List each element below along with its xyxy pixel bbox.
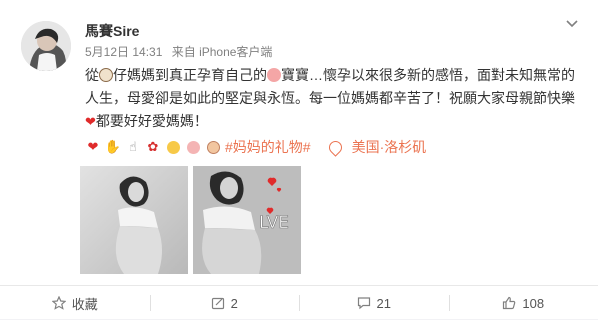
weibo-post-card: 馬賽Sire 5月12日 14:31 来自 iPhone客户端 從仔媽媽到真正孕…: [0, 0, 598, 319]
repost-icon: [211, 296, 225, 310]
pray-icon: ✋: [105, 139, 121, 155]
repost-button[interactable]: 2: [150, 286, 300, 320]
emoji-tag-row: ❤ ✋ ☝ ✿ #妈妈的礼物# 美国·洛杉矶: [85, 136, 426, 158]
text-segment: 仔媽媽到真正孕育自己的: [113, 67, 267, 83]
author-name[interactable]: 馬賽Sire: [85, 21, 139, 41]
location-pin-icon: [326, 138, 344, 156]
post-photo-2[interactable]: LVE: [193, 166, 301, 274]
post-text: 從仔媽媽到真正孕育自己的寶寶…懷孕以來很多新的感悟，面對未知無常的 人生，母愛卻…: [85, 64, 585, 133]
pig-emoji-icon: [267, 68, 281, 82]
post-line-3: ❤都要好好愛媽媽！: [85, 110, 585, 133]
post-line-2: 人生，母愛卻是如此的堅定與永恆。每一位媽媽都辛苦了！祝願大家母親節快樂: [85, 87, 585, 110]
hand-icon: ☝: [125, 139, 141, 155]
like-count: 108: [522, 296, 544, 311]
post-line-1: 從仔媽媽到真正孕育自己的寶寶…懷孕以來很多新的感悟，面對未知無常的: [85, 64, 585, 87]
heart-icon: ❤: [85, 139, 101, 155]
comment-icon: [357, 296, 371, 310]
comment-button[interactable]: 21: [299, 286, 449, 320]
smile-icon: [165, 139, 181, 155]
post-meta: 5月12日 14:31 来自 iPhone客户端: [85, 43, 272, 60]
like-button[interactable]: 108: [449, 286, 598, 320]
post-photo-1[interactable]: [80, 166, 188, 274]
favorite-icon: [52, 296, 66, 310]
love-photo-text: LVE: [259, 213, 289, 233]
hashtag-link[interactable]: #妈妈的礼物#: [225, 137, 311, 157]
text-segment: 從: [85, 67, 99, 83]
text-segment: 都要好好愛媽媽！: [96, 113, 208, 129]
comment-count: 21: [377, 296, 391, 311]
chevron-down-icon[interactable]: [562, 14, 582, 34]
action-bar: 收藏 2 21 108: [0, 285, 598, 320]
rose-icon: ✿: [145, 139, 161, 155]
like-icon: [502, 296, 516, 310]
ghost-emoji-icon: [99, 68, 113, 82]
pig-icon: [185, 139, 201, 155]
post-source[interactable]: 来自 iPhone客户端: [172, 45, 273, 59]
favorite-label: 收藏: [72, 294, 98, 313]
favorite-button[interactable]: 收藏: [0, 286, 150, 320]
heart-icon: ❤: [85, 110, 96, 133]
avatar[interactable]: [21, 21, 71, 71]
text-segment: 寶寶…懷孕以來很多新的感悟，面對未知無常的: [281, 67, 575, 83]
post-time[interactable]: 5月12日 14:31: [85, 45, 162, 59]
baby-icon: [205, 139, 221, 155]
location-link[interactable]: 美国·洛杉矶: [352, 137, 427, 157]
repost-count: 2: [231, 296, 238, 311]
